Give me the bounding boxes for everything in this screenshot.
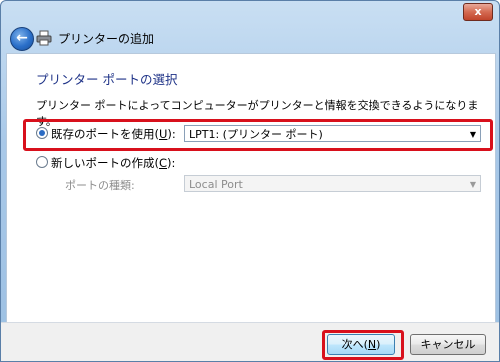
page-heading: プリンター ポートの選択	[36, 72, 178, 87]
add-printer-window: x ← プリンターの追加 プリンター ポートの選択 プリンター ポートによってコ…	[0, 0, 500, 362]
close-button[interactable]: x	[463, 3, 493, 21]
printer-icon	[36, 30, 52, 46]
existing-port-radio[interactable]	[36, 127, 48, 139]
cancel-button[interactable]: キャンセル	[410, 334, 486, 355]
port-type-select[interactable]: Local Port ▼	[184, 175, 481, 192]
existing-port-label: 既存のポートを使用(U):	[51, 127, 176, 141]
chevron-down-icon: ▼	[469, 180, 476, 189]
new-port-radio[interactable]	[36, 156, 48, 168]
existing-port-option[interactable]: 既存のポートを使用(U):	[36, 126, 176, 142]
port-type-value: Local Port	[189, 178, 243, 191]
chevron-down-icon: ▼	[469, 130, 476, 139]
back-arrow-icon: ←	[16, 30, 28, 46]
new-port-option[interactable]: 新しいポートの作成(C):	[36, 155, 175, 171]
window-title: プリンターの追加	[58, 32, 155, 46]
new-port-label: 新しいポートの作成(C):	[51, 156, 176, 170]
next-button[interactable]: 次へ(N)	[327, 334, 395, 355]
back-button[interactable]: ←	[10, 27, 34, 51]
existing-port-select[interactable]: LPT1: (プリンター ポート) ▼	[184, 125, 481, 142]
button-bar: 次へ(N) キャンセル	[1, 322, 499, 361]
close-icon: x	[474, 5, 482, 18]
port-type-label: ポートの種類:	[65, 179, 135, 192]
wizard-content: プリンター ポートの選択 プリンター ポートによってコンピューターがプリンターと…	[6, 53, 496, 323]
title-bar: x ← プリンターの追加	[1, 1, 499, 51]
existing-port-value: LPT1: (プリンター ポート)	[189, 128, 323, 141]
